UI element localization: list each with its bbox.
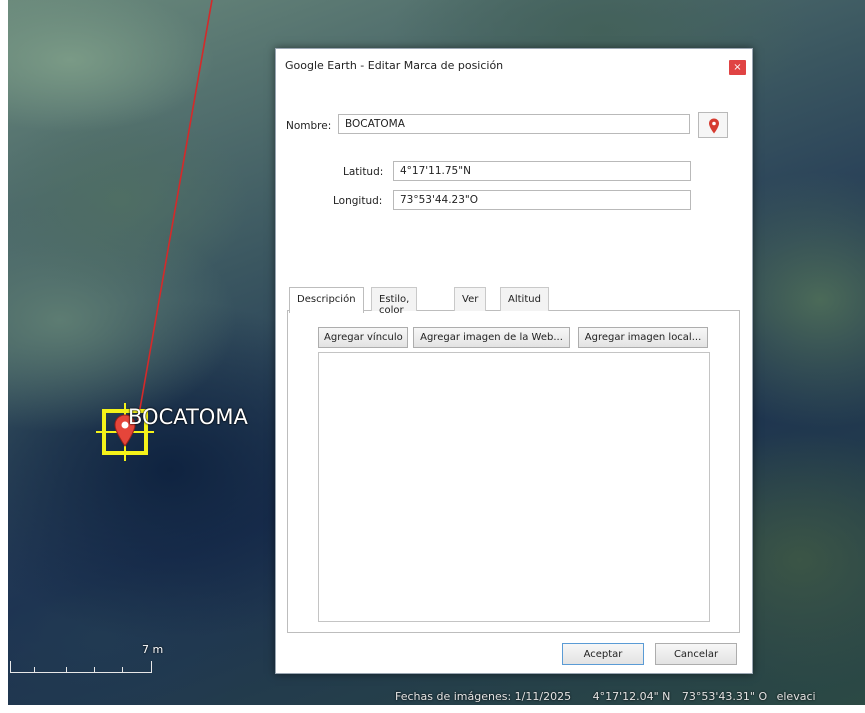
pin-style-button[interactable] — [698, 112, 728, 138]
tab-ver[interactable]: Ver — [454, 287, 487, 311]
tab-descripcion[interactable]: Descripción — [289, 287, 364, 313]
name-label: Nombre: — [286, 120, 332, 132]
status-bar: Fechas de imágenes: 1/11/2025 4°17'12.04… — [395, 690, 834, 703]
status-latitude: 4°17'12.04" N — [592, 690, 671, 703]
latitude-field[interactable]: 4°17'11.75"N — [393, 161, 691, 181]
scale-label: 7 m — [142, 643, 164, 656]
name-field[interactable]: BOCATOMA — [338, 114, 690, 134]
dialog-title: Google Earth - Editar Marca de posición — [285, 59, 504, 72]
longitude-field[interactable]: 73°53'44.23"O — [393, 190, 691, 210]
frame-left — [0, 0, 8, 713]
frame-bottom — [0, 705, 865, 713]
scale-bar — [10, 661, 152, 673]
close-icon[interactable]: × — [729, 60, 746, 75]
scale-tick — [94, 667, 95, 673]
tab-estilo-color[interactable]: Estilo, color — [371, 287, 418, 316]
add-local-image-button[interactable]: Agregar imagen local... — [578, 327, 708, 348]
status-elevation: elevaci — [776, 690, 816, 703]
scale-tick — [66, 667, 67, 673]
description-panel: Agregar vínculo Agregar imagen de la Web… — [287, 310, 740, 633]
tab-altitud[interactable]: Altitud — [500, 287, 549, 311]
pin-style-icon — [709, 118, 719, 134]
scale-tick — [122, 667, 123, 673]
placemark-label[interactable]: BOCATOMA — [128, 405, 248, 429]
accept-button[interactable]: Aceptar — [562, 643, 644, 665]
longitude-label: Longitud: — [333, 195, 383, 207]
latitude-label: Latitud: — [343, 166, 384, 178]
edit-placemark-dialog: Google Earth - Editar Marca de posición … — [275, 48, 753, 674]
scale-tick — [34, 667, 35, 673]
description-textarea[interactable] — [318, 352, 710, 622]
add-web-image-button[interactable]: Agregar imagen de la Web... — [413, 327, 570, 348]
status-longitude: 73°53'43.31" O — [681, 690, 768, 703]
add-link-button[interactable]: Agregar vínculo — [318, 327, 408, 348]
cancel-button[interactable]: Cancelar — [655, 643, 737, 665]
imagery-date: Fechas de imágenes: 1/11/2025 — [395, 690, 572, 703]
